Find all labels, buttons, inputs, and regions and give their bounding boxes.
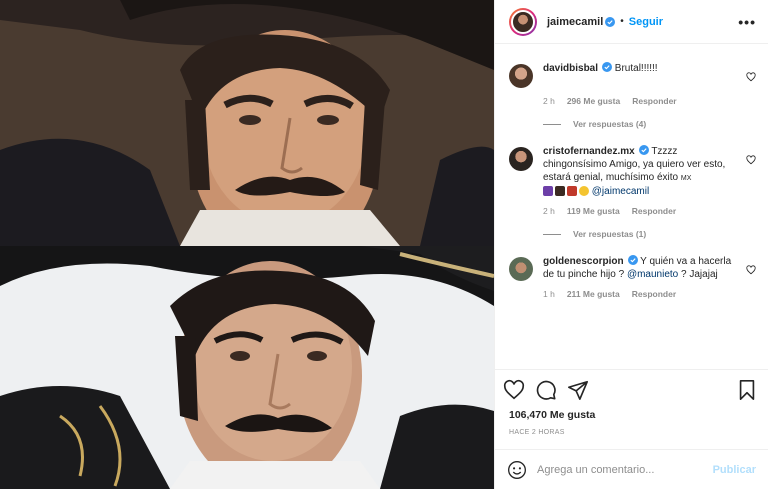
comment-icon[interactable]	[535, 379, 557, 401]
comment-input[interactable]	[537, 463, 713, 476]
bookmark-icon[interactable]	[736, 379, 758, 401]
commenter-username[interactable]: davidbisbal	[543, 63, 598, 74]
publish-button[interactable]: Publicar	[713, 464, 756, 476]
post-header: jaimecamil • Seguir •••	[495, 0, 768, 44]
instagram-post: jaimecamil • Seguir ••• davidbisbal Brut…	[0, 0, 768, 489]
comment-like-heart-icon[interactable]	[746, 265, 756, 275]
post-actions	[495, 369, 768, 409]
comment-mention[interactable]: @jaimecamil	[592, 186, 649, 197]
comment-likes[interactable]: 211 Me gusta	[567, 289, 620, 299]
post-time-ago[interactable]: HACE 2 HORAS	[495, 425, 768, 449]
comment-like-heart-icon[interactable]	[746, 155, 756, 165]
photo-top-portrait	[0, 0, 494, 246]
author-avatar[interactable]	[509, 7, 537, 36]
comment-text-after: ? Jajajaj	[681, 269, 718, 280]
add-comment-bar: Publicar	[495, 449, 768, 489]
commenter-avatar[interactable]	[509, 257, 533, 281]
comment-time[interactable]: 2 h	[543, 96, 555, 106]
photo-bottom-portrait	[0, 246, 494, 489]
emoji-icon	[579, 186, 589, 196]
comment-item: davidbisbal Brutal!!!!!!	[509, 62, 756, 88]
comment-item: cristofernandez.mx Tzzzz chingonsísimo A…	[509, 145, 756, 198]
emoji-icon	[543, 186, 553, 196]
verified-badge-icon	[638, 145, 649, 155]
comment-meta: 2 h 296 Me gusta Responder	[543, 96, 756, 106]
comment-text-tail: MX	[680, 175, 692, 182]
verified-badge-icon	[602, 62, 613, 72]
comment-emojis	[543, 186, 589, 196]
view-replies-button[interactable]: Ver respuestas (4)	[543, 119, 756, 129]
reply-button[interactable]: Responder	[632, 96, 676, 106]
more-options-icon[interactable]: •••	[738, 14, 756, 30]
comment-meta: 1 h 211 Me gusta Responder	[543, 289, 756, 299]
follow-button[interactable]: Seguir	[629, 16, 663, 28]
post-image[interactable]	[0, 0, 494, 489]
verified-badge-icon	[605, 16, 616, 27]
comment-item: goldenescorpion Y quién va a hacerla de …	[509, 255, 756, 281]
comment-like-heart-icon[interactable]	[746, 72, 756, 82]
emoji-icon	[567, 186, 577, 196]
comments-list[interactable]: davidbisbal Brutal!!!!!! 2 h 296 Me gust…	[495, 44, 768, 369]
comment-meta: 2 h 119 Me gusta Responder	[543, 206, 756, 216]
heart-icon[interactable]	[503, 379, 525, 401]
reply-button[interactable]: Responder	[632, 289, 676, 299]
commenter-avatar[interactable]	[509, 147, 533, 171]
comment-body: davidbisbal Brutal!!!!!!	[543, 62, 756, 75]
emoji-icon	[555, 186, 565, 196]
author-username[interactable]: jaimecamil	[547, 16, 603, 28]
comment-text: Brutal!!!!!!	[614, 63, 658, 74]
verified-badge-icon	[627, 255, 638, 265]
comment-likes[interactable]: 119 Me gusta	[567, 206, 620, 216]
reply-button[interactable]: Responder	[632, 206, 676, 216]
header-separator: •	[620, 16, 624, 27]
commenter-avatar[interactable]	[509, 64, 533, 88]
comment-body: cristofernandez.mx Tzzzz chingonsísimo A…	[543, 145, 756, 198]
commenter-username[interactable]: goldenescorpion	[543, 256, 624, 267]
emoji-icon[interactable]	[507, 460, 527, 480]
comment-time[interactable]: 1 h	[543, 289, 555, 299]
comment-time[interactable]: 2 h	[543, 206, 555, 216]
comment-likes[interactable]: 296 Me gusta	[567, 96, 620, 106]
comment-mention[interactable]: @maunieto	[627, 269, 678, 280]
comment-body: goldenescorpion Y quién va a hacerla de …	[543, 255, 756, 281]
view-replies-button[interactable]: Ver respuestas (1)	[543, 229, 756, 239]
post-sidebar: jaimecamil • Seguir ••• davidbisbal Brut…	[494, 0, 768, 489]
likes-count[interactable]: 106,470 Me gusta	[495, 409, 768, 425]
share-icon[interactable]	[567, 379, 589, 401]
commenter-username[interactable]: cristofernandez.mx	[543, 146, 635, 157]
